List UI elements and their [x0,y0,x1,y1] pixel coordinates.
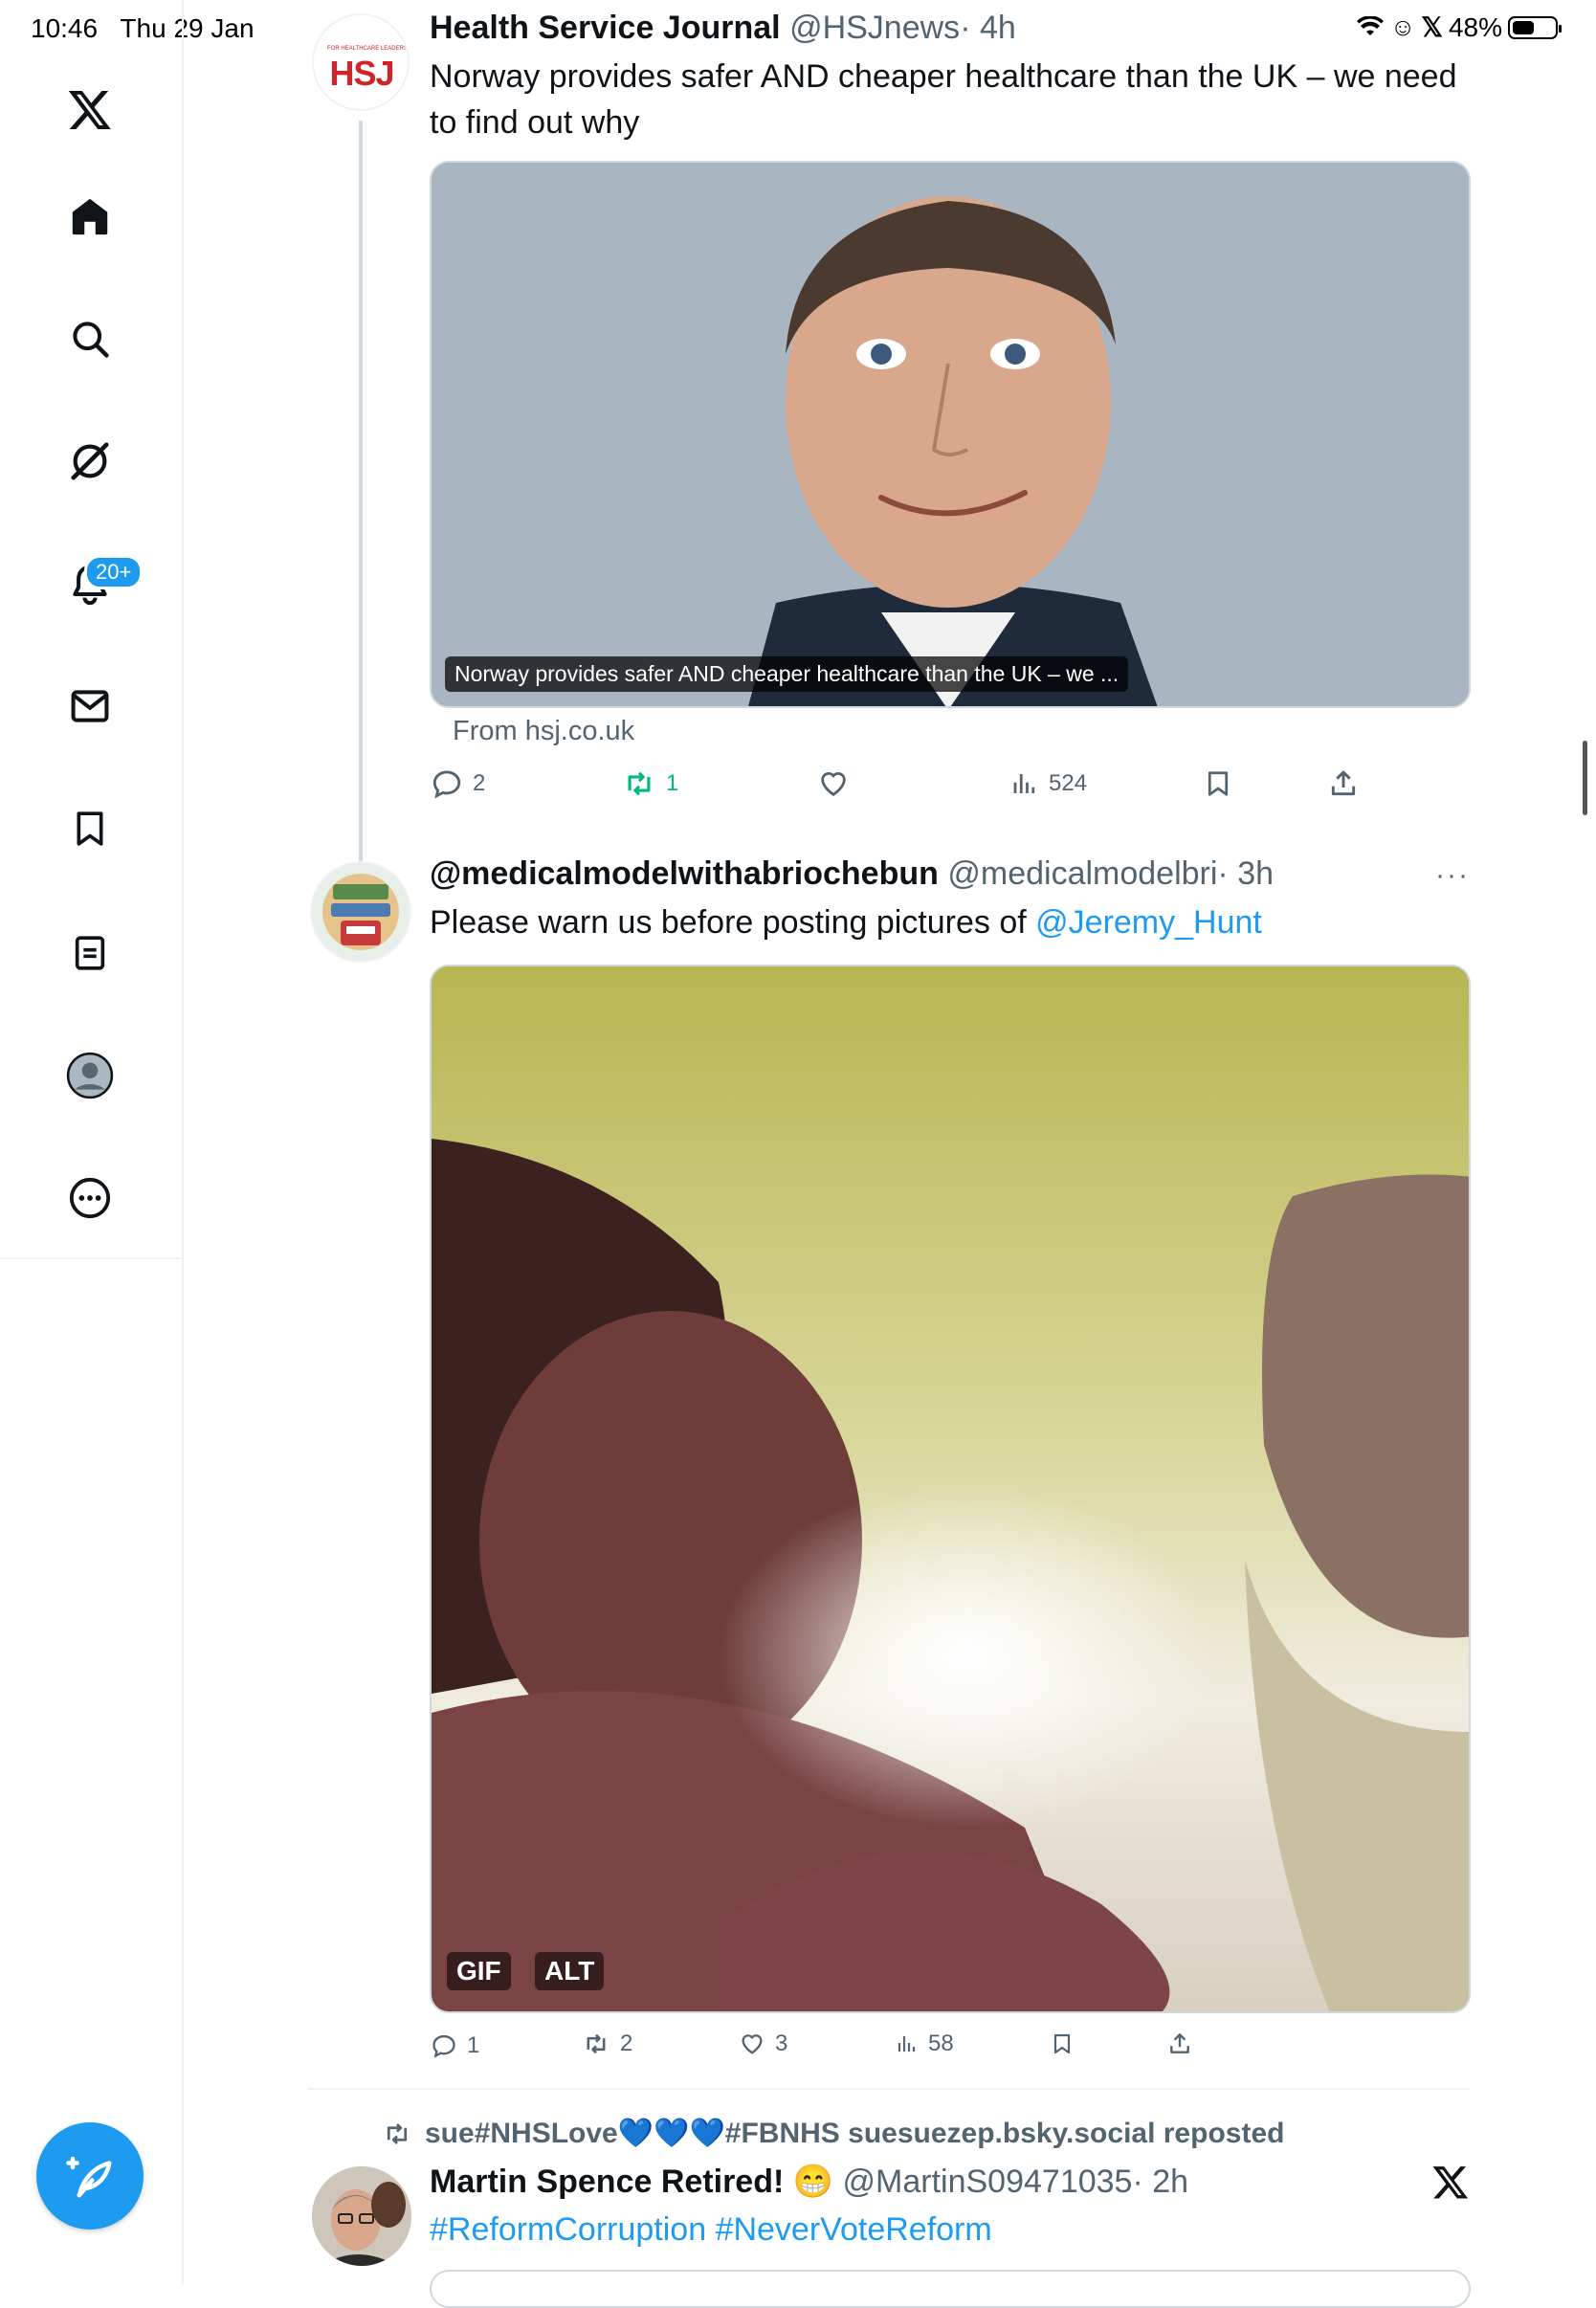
alt-badge[interactable]: ALT [535,1952,605,1990]
heart-icon [742,2034,763,2054]
profile-icon[interactable] [63,1049,117,1102]
search-icon[interactable] [63,312,117,366]
martin-avatar-photo [312,2166,411,2266]
tweet1-header: Health Service Journal @HSJnews· 4h [430,10,1016,47]
avatar-logo-text: HSJ [329,54,394,93]
tweet1-reply-count: 2 [473,770,486,796]
home-icon[interactable] [63,189,117,243]
scrollbar-thumb[interactable] [1583,741,1587,815]
tweet3-repost-context: sue#NHSLove💙💙💙#FBNHS suesuezep.bsky.soci… [381,2117,1284,2150]
lists-icon[interactable] [63,926,117,980]
avatar-tagline: FOR HEALTHCARE LEADERS [327,46,408,52]
repost-icon [587,2033,606,2054]
tweet2-share-button[interactable] [1167,2031,1192,2057]
tweet2-views-button[interactable]: 58 [896,2031,954,2057]
tweet2-like-count: 3 [775,2031,788,2056]
tweet2-gif-frame [432,966,1469,2011]
tweet1-repost-count: 1 [666,770,679,796]
views-icon [1013,774,1035,793]
tweet3-hashtags[interactable]: #ReformCorruption #NeverVoteReform [430,2207,1463,2253]
bookmark-icon [1208,771,1229,796]
messages-icon[interactable] [63,679,117,733]
tweet1-view-count: 524 [1049,770,1088,796]
grok-icon[interactable] [63,434,117,488]
compose-feather-icon [66,2156,112,2198]
share-icon [1170,2033,1189,2053]
tweet2-text: Please warn us before posting pictures o… [430,899,1463,945]
views-icon [898,2036,916,2052]
tweet2-mention-link[interactable]: @Jeremy_Hunt [1035,904,1262,941]
tweet1-share-button[interactable] [1328,767,1359,800]
share-icon [1331,770,1356,796]
gif-badge: GIF [447,1952,511,1990]
repost-context-icon [387,2122,408,2144]
tweet1-views-button[interactable]: 524 [1010,767,1087,800]
tweet-divider [308,2088,1470,2090]
thread-line [359,121,363,863]
more-dots-icon: ··· [1435,859,1470,891]
tweet3-handle[interactable]: @MartinS09471035 [843,2164,1133,2200]
tweet2-gif[interactable]: GIF ALT [430,965,1471,2013]
tweet1-handle[interactable]: @HSJnews [789,10,960,46]
tweet2-reply-button[interactable]: 1 [431,2032,479,2059]
heart-icon [821,772,846,797]
tweet2-bookmark-button[interactable] [1051,2031,1074,2057]
tweet3-time[interactable]: · 2h [1132,2164,1188,2200]
tweet3-repost-label[interactable]: sue#NHSLove💙💙💙#FBNHS suesuezep.bsky.soci… [425,2117,1284,2150]
tweet2-time[interactable]: · 3h [1217,855,1274,892]
wifi-icon [1356,15,1384,35]
tweet1-card-image [432,163,1469,706]
tweet1-text: Norway provides safer AND cheaper health… [430,58,1457,141]
tweet2-repost-count: 2 [620,2031,633,2056]
tweet3-author-name[interactable]: Martin Spence Retired! 😁 [430,2164,833,2200]
reply-icon [432,2034,455,2058]
sidebar-divider [0,1257,184,1259]
x-logo-icon[interactable] [63,82,117,136]
notifications-badge: 20+ [84,555,144,589]
hsj-avatar[interactable]: FOR HEALTHCARE LEADERS HSJ [312,13,410,111]
sidebar: 20+ [0,0,184,2285]
medicalmodel-avatar[interactable] [310,861,411,963]
tweet1-card-source[interactable]: From hsj.co.uk [453,716,634,747]
compose-button[interactable] [36,2122,144,2230]
gmc-badge-icon [322,874,399,950]
tweet3-x-icon[interactable] [1431,2163,1470,2206]
tweet3-card-edge [430,2270,1471,2308]
tweet1-like-button[interactable] [817,767,859,800]
tweet2-author-name[interactable]: @medicalmodelwithabriochebun [430,855,939,892]
bookmarks-icon[interactable] [63,802,117,855]
tweet1-card-caption: Norway provides safer AND cheaper health… [445,656,1129,692]
bookmark-icon [1053,2033,1071,2054]
tweet2-text-body: Please warn us before posting pictures o… [430,904,1036,941]
tweet2-more-button[interactable]: ··· [1435,859,1470,892]
repost-icon [628,771,651,796]
tweet1-author-name[interactable]: Health Service Journal [430,10,781,46]
tweet2-repost-button[interactable]: 2 [582,2031,632,2057]
martin-avatar[interactable] [312,2166,411,2266]
x-status-icon: 𝕏 [1421,12,1443,42]
more-icon[interactable] [63,1171,117,1225]
battery-icon [1508,15,1562,39]
smiley-icon: ☺ [1389,12,1416,41]
tweet2-like-button[interactable]: 3 [739,2031,787,2057]
tweet3-header: Martin Spence Retired! 😁 @MartinS0947103… [430,2163,1188,2201]
tweet1-reply-button[interactable]: 2 [431,767,485,800]
tweet2-view-count: 58 [928,2031,954,2056]
tweet2-header: @medicalmodelwithabriochebun @medicalmod… [430,855,1274,893]
tweet1-time[interactable]: · 4h [960,10,1016,46]
tweet1-link-card[interactable]: Norway provides safer AND cheaper health… [430,161,1471,708]
status-indicators: ☺ 𝕏 48% [1356,11,1562,43]
tweet1-bookmark-button[interactable] [1204,767,1232,800]
reply-icon [432,770,461,799]
tweet2-reply-count: 1 [467,2032,480,2058]
tweet2-handle[interactable]: @medicalmodelbri [947,855,1217,892]
battery-percent: 48% [1448,11,1502,42]
tweet1-repost-button[interactable]: 1 [622,767,678,800]
